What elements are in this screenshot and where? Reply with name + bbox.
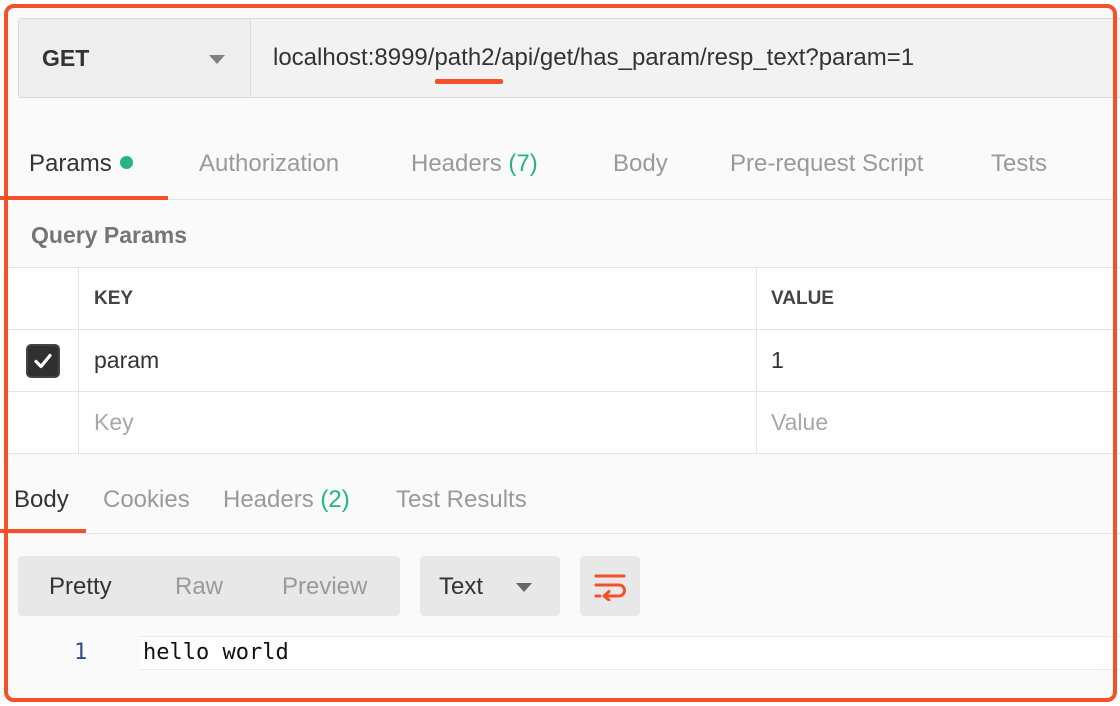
line-number: 1 bbox=[74, 640, 88, 665]
chevron-down-icon bbox=[209, 55, 225, 64]
request-tabs: Params Authorization Headers (7) Body Pr… bbox=[0, 128, 1118, 200]
tab-tests[interactable]: Tests bbox=[991, 150, 1047, 178]
new-key-input[interactable]: Key bbox=[79, 392, 757, 453]
wrap-lines-button[interactable] bbox=[580, 556, 640, 616]
tab-params[interactable]: Params bbox=[29, 150, 133, 178]
response-tabs: Body Cookies Headers (2) Test Results bbox=[0, 456, 1120, 534]
active-tab-indicator bbox=[0, 196, 168, 200]
format-select[interactable]: Text bbox=[420, 556, 560, 616]
method-select[interactable]: GET bbox=[19, 19, 251, 97]
tab-test-results[interactable]: Test Results bbox=[396, 486, 527, 514]
tab-response-body[interactable]: Body bbox=[14, 486, 69, 514]
table-header-row: KEY VALUE bbox=[8, 268, 1120, 330]
wrap-lines-icon bbox=[594, 574, 626, 601]
tab-headers-count: (7) bbox=[508, 150, 538, 177]
mode-raw[interactable]: Raw bbox=[175, 573, 223, 601]
mode-preview[interactable]: Preview bbox=[282, 573, 367, 601]
mode-pretty[interactable]: Pretty bbox=[49, 573, 112, 601]
tab-headers-label: Headers bbox=[411, 150, 502, 177]
params-active-dot bbox=[119, 156, 133, 169]
row-check-cell bbox=[8, 330, 79, 391]
column-header-key: KEY bbox=[79, 268, 757, 329]
chevron-down-icon bbox=[516, 583, 532, 592]
response-body-text: hello world bbox=[143, 640, 289, 665]
tab-response-headers[interactable]: Headers (2) bbox=[223, 486, 350, 514]
method-label: GET bbox=[42, 44, 90, 71]
checkmark-icon bbox=[34, 353, 52, 368]
tab-response-headers-label: Headers bbox=[223, 486, 314, 513]
tab-headers[interactable]: Headers (7) bbox=[411, 150, 538, 178]
table-row: param 1 bbox=[8, 330, 1120, 392]
header-check-cell bbox=[8, 268, 79, 329]
tab-prerequest-script[interactable]: Pre-request Script bbox=[730, 150, 923, 178]
url-text: localhost:8999/path2/api/get/has_param/r… bbox=[273, 44, 915, 71]
row-check-cell-empty bbox=[8, 392, 79, 453]
tab-params-label: Params bbox=[29, 150, 112, 177]
url-highlight-underline bbox=[435, 79, 503, 84]
tab-cookies[interactable]: Cookies bbox=[103, 486, 190, 514]
new-value-input[interactable]: Value bbox=[757, 392, 1117, 453]
table-row-new: Key Value bbox=[8, 392, 1120, 454]
request-url-bar: GET localhost:8999/path2/api/get/has_par… bbox=[18, 18, 1120, 98]
column-header-value: VALUE bbox=[771, 287, 834, 309]
param-key-input[interactable]: param bbox=[79, 330, 757, 391]
response-view-modes: Pretty Raw Preview bbox=[18, 556, 400, 616]
format-label: Text bbox=[439, 573, 484, 600]
param-value-input[interactable]: 1 bbox=[757, 330, 1117, 391]
url-input[interactable]: localhost:8999/path2/api/get/has_param/r… bbox=[251, 19, 1120, 97]
query-params-title: Query Params bbox=[31, 222, 187, 248]
param-enabled-checkbox[interactable] bbox=[26, 343, 60, 378]
active-response-tab-indicator bbox=[0, 529, 86, 533]
tab-body[interactable]: Body bbox=[613, 150, 668, 178]
query-params-table: KEY VALUE param 1 Key Value bbox=[8, 267, 1120, 454]
tab-response-headers-count: (2) bbox=[320, 486, 350, 513]
tab-authorization[interactable]: Authorization bbox=[199, 150, 339, 178]
